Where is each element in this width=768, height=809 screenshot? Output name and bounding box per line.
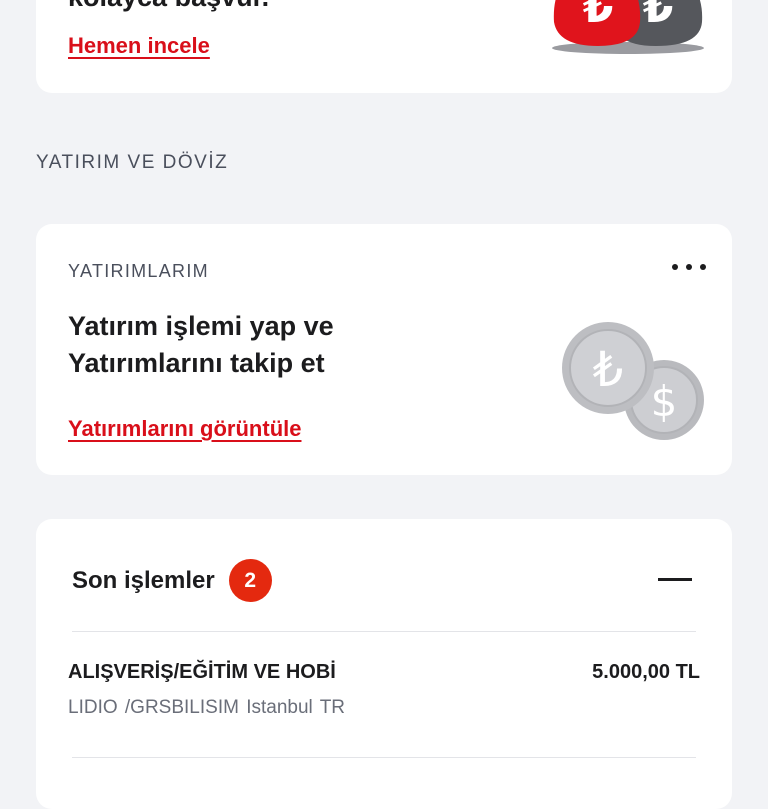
- promo-title: kolayca başvur.: [68, 0, 269, 13]
- more-options-icon[interactable]: [672, 258, 706, 276]
- transaction-description: LIDIO /GRSBILISIM Istanbul TR: [68, 697, 346, 718]
- promo-link[interactable]: Hemen incele: [68, 33, 210, 59]
- recent-transactions-title: Son işlemler: [72, 566, 215, 594]
- transactions-count-badge: 2: [228, 559, 272, 602]
- view-investments-link[interactable]: Yatırımlarını görüntüle: [68, 416, 301, 442]
- coins-icon: $ ₺: [562, 322, 704, 440]
- recent-transactions-header[interactable]: Son işlemler 2: [72, 559, 272, 602]
- investments-overline: YATIRIMLARIM: [68, 261, 209, 281]
- collapse-icon[interactable]: [658, 569, 694, 589]
- svg-text:₺: ₺: [583, 0, 614, 33]
- svg-text:₺: ₺: [593, 342, 624, 398]
- heading-line-2: Yatırımlarını takip et: [68, 348, 325, 378]
- svg-text:$: $: [651, 377, 678, 426]
- money-bags-icon: ₺ ₺: [552, 0, 704, 54]
- investments-heading: Yatırım işlemi yap ve Yatırımlarını taki…: [68, 308, 488, 382]
- section-title: YATIRIM VE DÖVİZ: [36, 152, 229, 173]
- transaction-category: ALIŞVERİŞ/EĞİTİM VE HOBİ: [68, 661, 336, 683]
- heading-line-1: Yatırım işlemi yap ve: [68, 311, 334, 341]
- divider: [72, 757, 696, 758]
- recent-transactions-card: Son işlemler 2 ALIŞVERİŞ/EĞİTİM VE HOBİ …: [36, 519, 732, 809]
- svg-text:₺: ₺: [643, 0, 674, 33]
- divider: [72, 631, 696, 632]
- investments-card: YATIRIMLARIM Yatırım işlemi yap ve Yatır…: [36, 224, 732, 475]
- promo-card: kolayca başvur. Hemen incele ₺ ₺: [36, 0, 732, 93]
- transaction-row[interactable]: ALIŞVERİŞ/EĞİTİM VE HOBİ 5.000,00 TL LID…: [68, 659, 700, 729]
- transaction-amount: 5.000,00 TL: [592, 661, 700, 683]
